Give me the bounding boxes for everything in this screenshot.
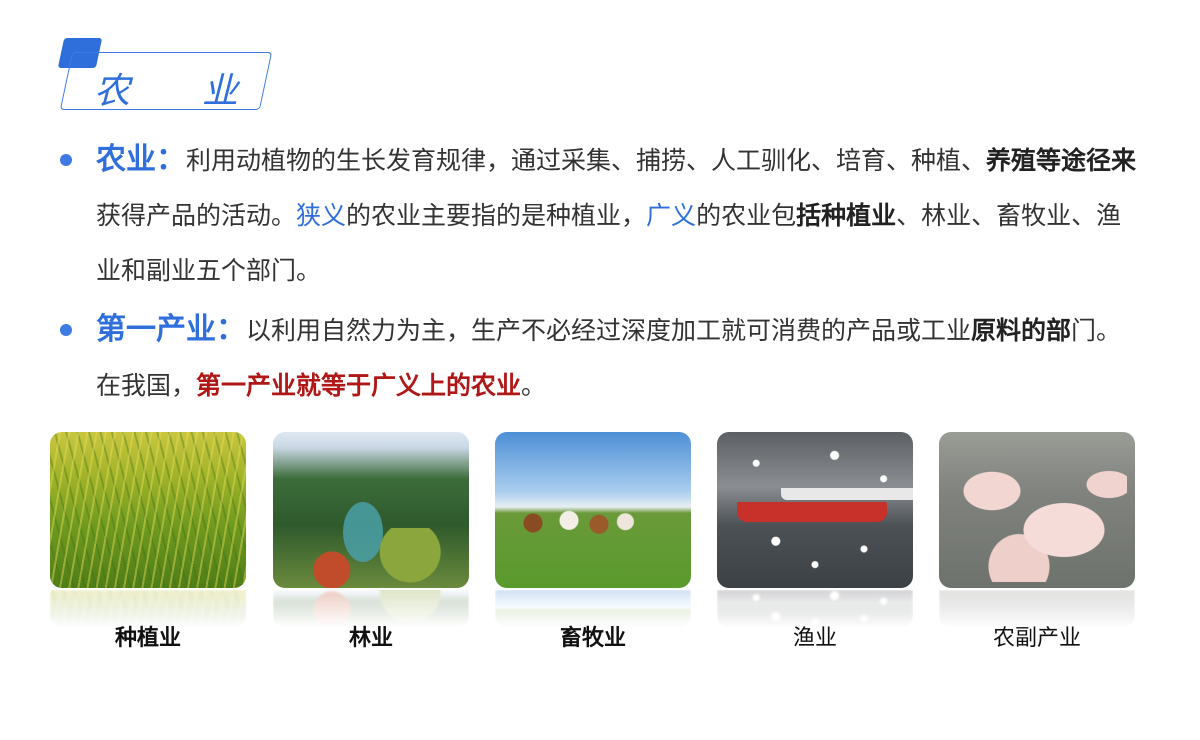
title-char-1: 农 bbox=[94, 71, 131, 112]
text-segment: 以利用自然力为主，生产不必经过深度加工就可消费的产品或工业 bbox=[246, 316, 972, 345]
card-forestry: 林业 bbox=[273, 432, 469, 720]
term-narrow: 狭义 bbox=[296, 201, 347, 230]
caption-livestock: 畜牧业 bbox=[559, 626, 626, 651]
caption-sideline: 农副产业 bbox=[992, 626, 1081, 651]
text-segment: 获得产品的活动。 bbox=[96, 201, 297, 230]
text-segment: 的农业包 bbox=[696, 201, 797, 230]
text-strong: 括种植业 bbox=[796, 201, 897, 230]
term-broad: 广义 bbox=[646, 201, 697, 230]
card-planting: 种植业 bbox=[50, 432, 246, 651]
card-fishery: 渔业 bbox=[717, 432, 913, 680]
image-gallery: 种植业 林业 畜牧业 渔业 农副产业 bbox=[50, 432, 1150, 740]
text-strong: 原料的部 bbox=[971, 316, 1072, 345]
caption-planting: 种植业 bbox=[114, 626, 181, 651]
bullet-dot-1 bbox=[60, 154, 72, 166]
page-title: 农业 bbox=[94, 62, 238, 114]
paragraph-primary-industry: 第一产业：以利用自然力为主，生产不必经过深度加工就可消费的产品或工业原料的部门。… bbox=[96, 302, 1146, 413]
photo-cattle-pasture bbox=[495, 432, 691, 588]
bullet-dot-2 bbox=[60, 324, 72, 336]
card-livestock: 畜牧业 bbox=[495, 432, 691, 694]
text-segment: 利用动植物的生长发育规律，通过采集、捕捞、人工驯化、培育、种植、 bbox=[186, 146, 987, 175]
photo-fishing-boat bbox=[717, 432, 913, 588]
photo-pigs bbox=[939, 432, 1135, 588]
photo-forest bbox=[273, 432, 469, 588]
caption-forestry: 林业 bbox=[348, 626, 393, 651]
text-segment: 。 bbox=[521, 371, 547, 400]
text-strong: 养殖等途径来 bbox=[986, 146, 1137, 175]
caption-fishery: 渔业 bbox=[792, 626, 837, 651]
highlight-conclusion: 第一产业就等于广义上的农业 bbox=[196, 371, 522, 400]
text-segment: 的农业主要指的是种植业， bbox=[346, 201, 647, 230]
paragraph-agriculture: 农业：利用动植物的生长发育规律，通过采集、捕捞、人工驯化、培育、种植、养殖等途径… bbox=[96, 132, 1146, 298]
photo-rice-field bbox=[50, 432, 246, 588]
term-agriculture: 农业： bbox=[96, 142, 186, 177]
card-sideline: 农副产业 bbox=[939, 432, 1135, 740]
title-char-2: 业 bbox=[202, 71, 239, 112]
section-title-badge: 农业 bbox=[57, 36, 282, 114]
term-primary-industry: 第一产业： bbox=[96, 312, 246, 347]
